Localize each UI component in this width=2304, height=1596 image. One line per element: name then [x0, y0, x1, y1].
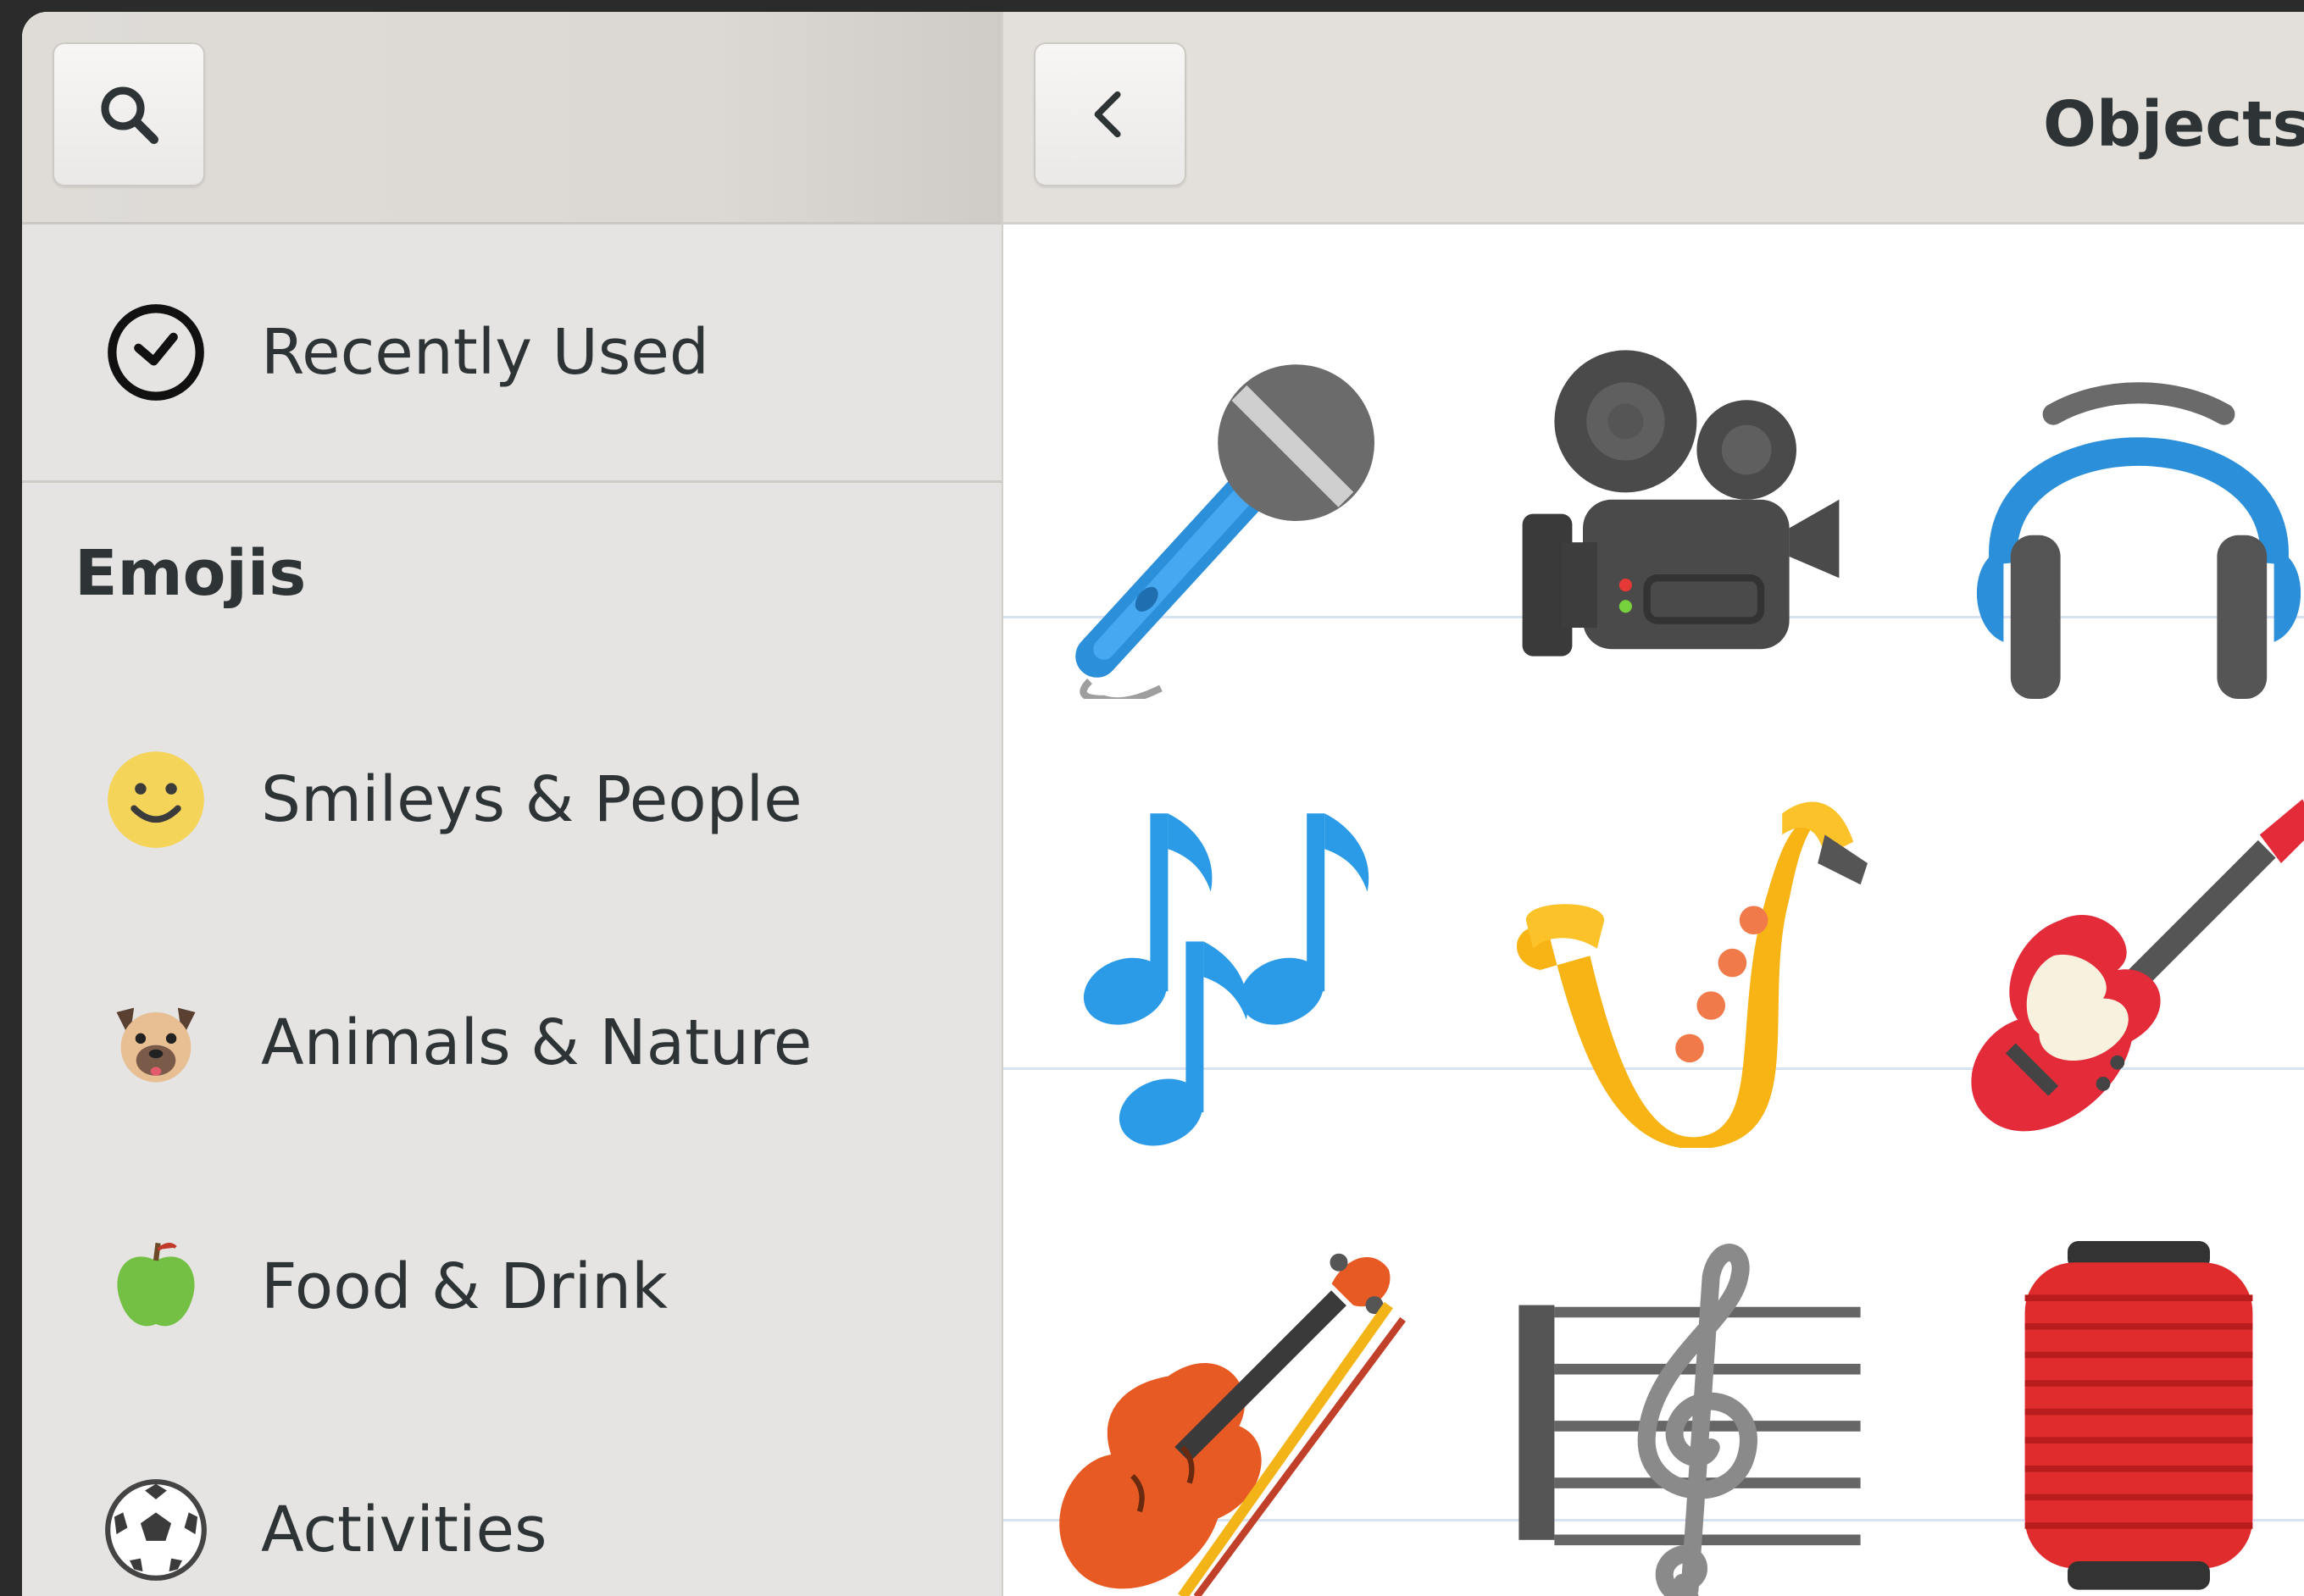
sidebar-item-label: Activities: [261, 1493, 547, 1566]
green-apple-icon: [100, 1231, 212, 1343]
emoji-grid: [1003, 224, 2304, 1596]
soccer-ball-icon: [100, 1474, 212, 1586]
sidebar-item-activities[interactable]: Activities: [22, 1445, 1002, 1596]
emoji-microphone[interactable]: [1054, 343, 1410, 705]
emoji-guitar[interactable]: [1961, 792, 2304, 1148]
back-button[interactable]: [1034, 42, 1186, 186]
emoji-musical-score[interactable]: [1512, 1241, 1868, 1596]
emoji-saxophone[interactable]: [1512, 792, 1868, 1150]
dog-face-icon: [100, 987, 212, 1099]
search-button[interactable]: [53, 42, 205, 186]
sidebar-item-label: Food & Drink: [261, 1250, 668, 1323]
sidebar-item-label: Animals & Nature: [261, 1006, 813, 1079]
section-title-emojis: Emojis: [75, 537, 307, 610]
sidebar-item-smileys-people[interactable]: Smileys & People: [22, 715, 1002, 884]
page-title: Objects: [2043, 88, 2304, 161]
emoji-red-lantern[interactable]: [1961, 1241, 2304, 1596]
chevron-left-icon: [1094, 91, 1121, 138]
sidebar-item-recently-used[interactable]: Recently Used: [22, 224, 1002, 483]
emoji-musical-notes[interactable]: [1054, 792, 1410, 1148]
clock-icon: [100, 296, 212, 408]
sidebar-header: [22, 12, 1002, 224]
emoji-picker-window: Recently Used Emojis Smileys & People An…: [22, 12, 2304, 1596]
sidebar: Recently Used Emojis Smileys & People An…: [22, 12, 1003, 1596]
emoji-headphones[interactable]: [1961, 343, 2304, 699]
smiley-icon: [100, 744, 212, 856]
sidebar-item-animals-nature[interactable]: Animals & Nature: [22, 958, 1002, 1128]
emoji-movie-camera[interactable]: [1512, 343, 1868, 699]
search-icon: [101, 86, 158, 144]
sidebar-item-label: Smileys & People: [261, 763, 802, 836]
sidebar-item-label: Recently Used: [261, 316, 709, 389]
sidebar-item-food-drink[interactable]: Food & Drink: [22, 1202, 1002, 1372]
emoji-violin[interactable]: [1054, 1241, 1410, 1596]
